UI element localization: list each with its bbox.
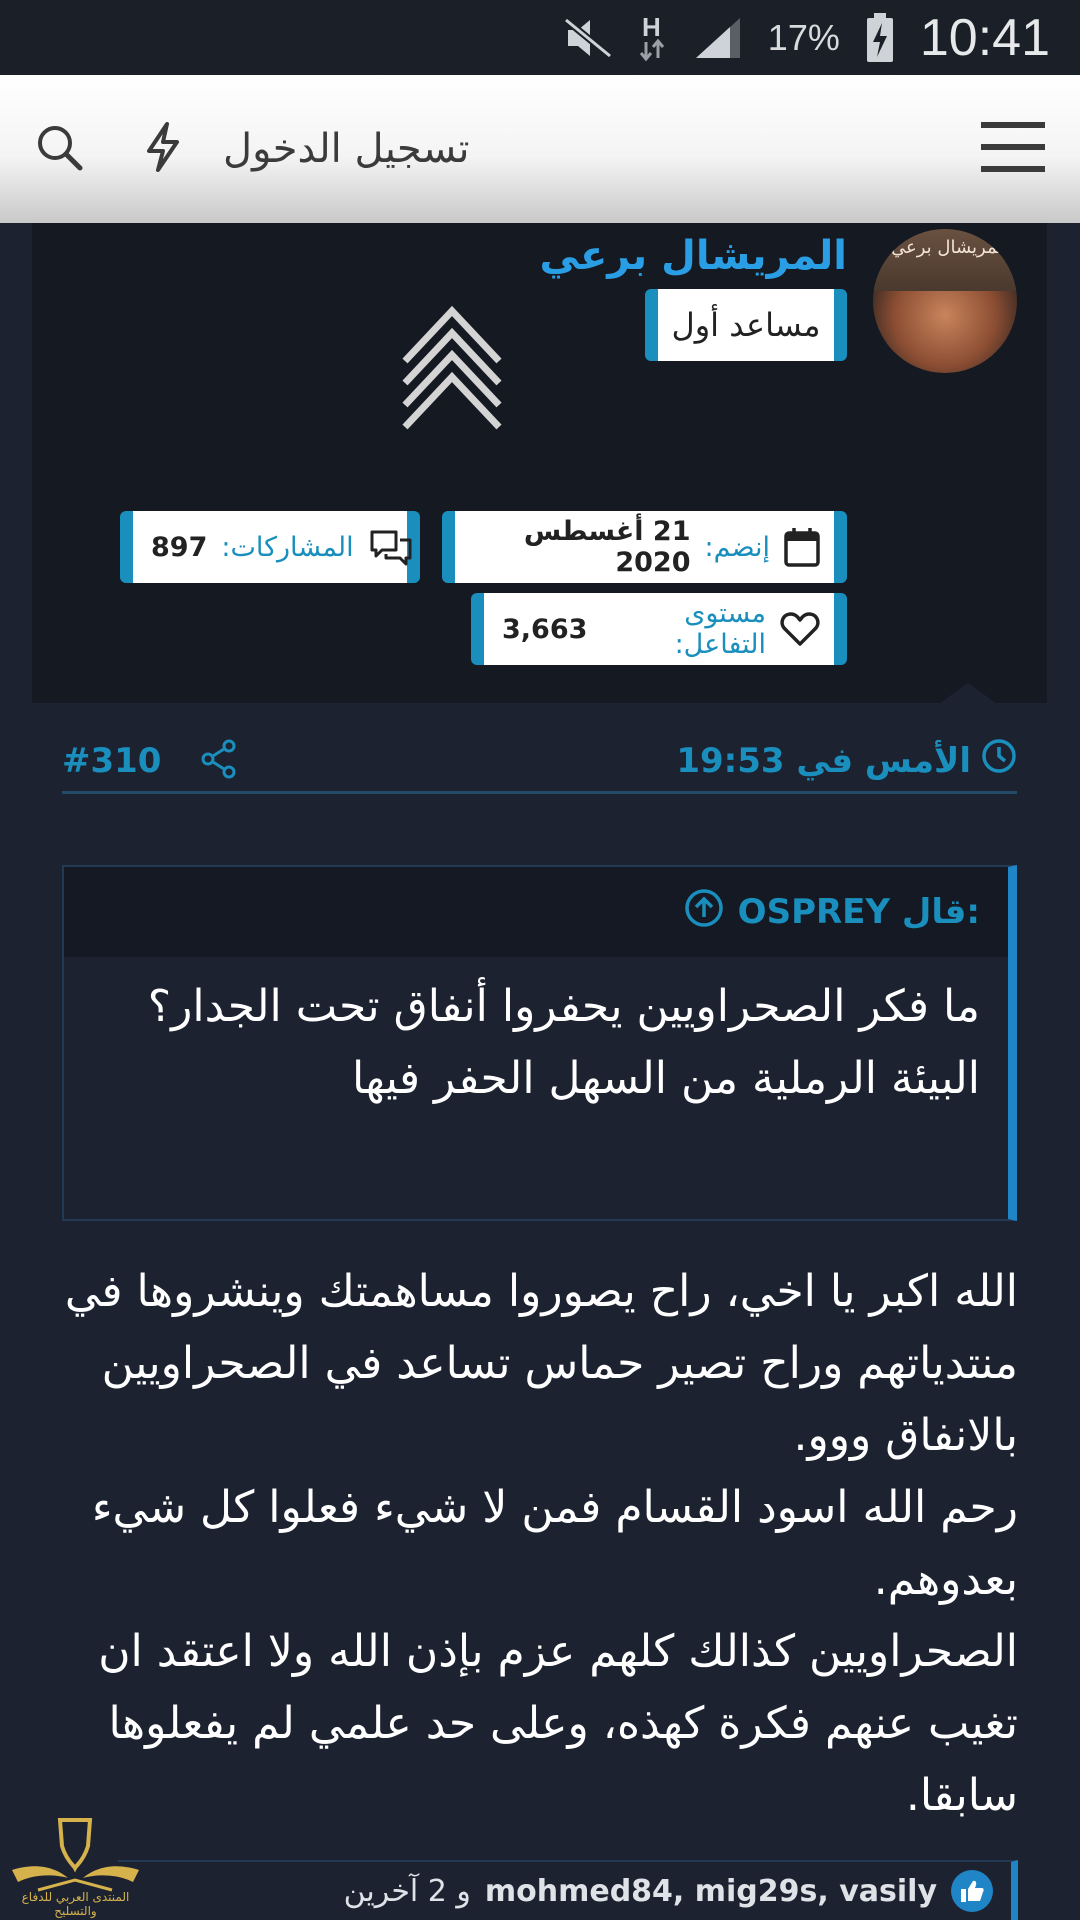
shield-wings-icon [12, 1818, 139, 1892]
quote-author[interactable]: OSPREY قال: [738, 892, 980, 932]
posts-stat: المشاركات: 897 [120, 511, 420, 583]
data-arrows-icon: H [638, 12, 668, 64]
avatar-caption: المريشال برعي [891, 237, 1008, 258]
calendar-icon [784, 527, 820, 567]
joined-stat: إنضم: 21 أغسطس 2020 [442, 511, 847, 583]
card-pointer-arrow [940, 683, 996, 703]
joined-value: 21 أغسطس 2020 [523, 516, 691, 578]
svg-text:H: H [642, 12, 661, 42]
rank-badge: مساعد أول [645, 289, 847, 361]
post-body: الله اكبر يا اخي، راح يصوروا مساهمتك وين… [50, 1256, 1018, 1832]
quote-line: البيئة الرملية من السهل الحفر فيها [351, 1053, 980, 1104]
mute-icon [563, 16, 612, 60]
author-profile-card: المريشال برعي المريشال برعي مساعد أول إن… [32, 223, 1047, 703]
reaction-label: مستوى التفاعل: [674, 598, 766, 660]
battery-percent: 17% [767, 16, 840, 58]
reactions-bar[interactable]: و 2 آخرين mohmed84, mig29s, vasily [118, 1860, 1018, 1920]
share-icon[interactable] [201, 739, 237, 783]
quote-block: OSPREY قال: ما فكر الصحراويين يحفروا أنف… [62, 865, 1017, 1221]
signal-icon [694, 16, 742, 60]
battery-charging-icon [866, 12, 894, 63]
quote-header[interactable]: OSPREY قال: [64, 867, 1008, 957]
joined-label: إنضم: [704, 531, 771, 563]
arrow-up-circle-icon[interactable] [684, 888, 724, 937]
post-timestamp[interactable]: الأمس في 19:53 [676, 738, 1017, 783]
status-bar: H 17% 10:41 [0, 0, 1080, 75]
watermark-text: المنتدى العربي للدفاع والتسليح [21, 1890, 130, 1918]
forum-logo-watermark: المنتدى العربي للدفاع والتسليح [8, 1812, 143, 1920]
login-link[interactable]: تسجيل الدخول [223, 126, 469, 172]
rank-chevron-icon [397, 303, 507, 447]
post-paragraph: رحم الله اسود القسام فمن لا شيء فعلوا كل… [91, 1482, 1018, 1605]
author-username[interactable]: المريشال برعي [540, 233, 848, 279]
post-time-text: الأمس في 19:53 [676, 740, 971, 781]
avatar[interactable]: المريشال برعي [873, 229, 1017, 373]
app-bar: تسجيل الدخول [0, 75, 1080, 223]
search-icon[interactable] [35, 123, 83, 175]
clock-icon [981, 738, 1017, 783]
post-meta-bar: #310 الأمس في 19:53 [62, 730, 1017, 794]
quote-line: ما فكر الصحراويين يحفروا أنفاق تحت الجدا… [147, 981, 980, 1032]
post-paragraph: الله اكبر يا اخي، راح يصوروا مساهمتك وين… [64, 1266, 1018, 1461]
app-bar-actions [35, 121, 183, 177]
reaction-score-stat: مستوى التفاعل: 3,663 [471, 593, 847, 665]
posts-value: 897 [151, 531, 208, 563]
reactions-others[interactable]: و 2 آخرين [344, 1874, 471, 1909]
heart-icon [780, 611, 820, 647]
quote-text: ما فكر الصحراويين يحفروا أنفاق تحت الجدا… [64, 957, 1008, 1115]
like-icon [951, 1870, 993, 1912]
post-number-link[interactable]: #310 [62, 741, 161, 781]
clock: 10:41 [919, 8, 1050, 67]
comments-icon [368, 528, 414, 566]
reactions-names[interactable]: mohmed84, mig29s, vasily [485, 1874, 937, 1909]
hamburger-menu-icon[interactable] [981, 120, 1045, 178]
rank-label: مساعد أول [671, 306, 821, 344]
post-paragraph: الصحراويين كذالك كلهم عزم بإذن الله ولا … [98, 1626, 1018, 1821]
posts-label: المشاركات: [221, 531, 354, 563]
lightning-icon[interactable] [143, 121, 183, 177]
reaction-value: 3,663 [502, 613, 588, 645]
